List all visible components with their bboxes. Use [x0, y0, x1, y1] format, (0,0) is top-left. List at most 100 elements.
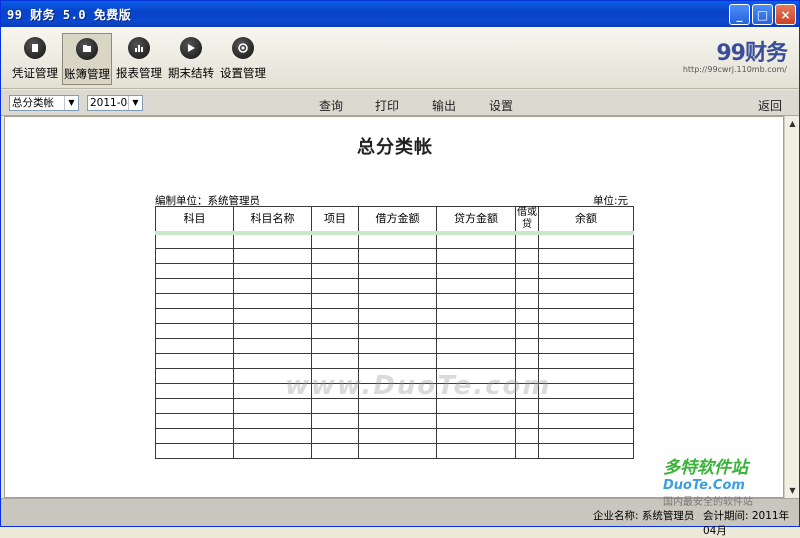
- table-cell[interactable]: [311, 262, 359, 279]
- table-cell[interactable]: [515, 352, 539, 369]
- table-cell[interactable]: [515, 292, 539, 309]
- table-cell[interactable]: [358, 232, 437, 249]
- table-cell[interactable]: [538, 397, 634, 414]
- table-cell[interactable]: [155, 382, 234, 399]
- table-cell[interactable]: [436, 277, 516, 294]
- table-cell[interactable]: [538, 292, 634, 309]
- table-cell[interactable]: [311, 292, 359, 309]
- table-cell[interactable]: [233, 322, 312, 339]
- table-cell[interactable]: [515, 262, 539, 279]
- table-cell[interactable]: [311, 352, 359, 369]
- maximize-button[interactable]: □: [752, 4, 773, 25]
- table-cell[interactable]: [233, 232, 312, 249]
- table-cell[interactable]: [515, 427, 539, 444]
- table-cell[interactable]: [538, 262, 634, 279]
- toolbar-report-button[interactable]: 报表管理: [114, 33, 164, 85]
- table-cell[interactable]: [436, 247, 516, 264]
- table-cell[interactable]: [358, 277, 437, 294]
- table-cell[interactable]: [155, 247, 234, 264]
- table-cell[interactable]: [436, 442, 516, 459]
- table-cell[interactable]: [155, 337, 234, 354]
- table-cell[interactable]: [155, 262, 234, 279]
- table-cell[interactable]: [515, 337, 539, 354]
- table-cell[interactable]: [233, 277, 312, 294]
- table-cell[interactable]: [155, 352, 234, 369]
- table-cell[interactable]: [311, 322, 359, 339]
- table-cell[interactable]: [358, 322, 437, 339]
- table-cell[interactable]: [233, 292, 312, 309]
- table-cell[interactable]: [436, 352, 516, 369]
- table-cell[interactable]: [311, 307, 359, 324]
- table-cell[interactable]: [515, 442, 539, 459]
- table-cell[interactable]: [538, 382, 634, 399]
- table-cell[interactable]: [311, 247, 359, 264]
- table-cell[interactable]: [311, 412, 359, 429]
- table-cell[interactable]: [358, 412, 437, 429]
- table-cell[interactable]: [538, 337, 634, 354]
- table-cell[interactable]: [233, 352, 312, 369]
- table-cell[interactable]: [311, 442, 359, 459]
- table-cell[interactable]: [436, 307, 516, 324]
- table-cell[interactable]: [358, 337, 437, 354]
- table-cell[interactable]: [538, 277, 634, 294]
- table-cell[interactable]: [538, 352, 634, 369]
- table-cell[interactable]: [358, 262, 437, 279]
- query-link[interactable]: 查询: [319, 97, 343, 114]
- table-cell[interactable]: [155, 277, 234, 294]
- table-cell[interactable]: [515, 307, 539, 324]
- toolbar-period-close-button[interactable]: 期末结转: [166, 33, 216, 85]
- toolbar-settings-button[interactable]: 设置管理: [218, 33, 268, 85]
- table-cell[interactable]: [233, 442, 312, 459]
- table-cell[interactable]: [233, 262, 312, 279]
- scroll-up-icon[interactable]: ▲: [785, 116, 800, 131]
- table-cell[interactable]: [155, 367, 234, 384]
- table-cell[interactable]: [233, 247, 312, 264]
- table-cell[interactable]: [436, 427, 516, 444]
- settings-link[interactable]: 设置: [489, 97, 513, 114]
- table-cell[interactable]: [538, 427, 634, 444]
- table-cell[interactable]: [436, 337, 516, 354]
- table-cell[interactable]: [358, 352, 437, 369]
- period-select[interactable]: 2011-04 ▼: [87, 95, 143, 111]
- table-cell[interactable]: [436, 292, 516, 309]
- toolbar-ledger-button[interactable]: 账簿管理: [62, 33, 112, 85]
- table-cell[interactable]: [436, 412, 516, 429]
- table-cell[interactable]: [515, 277, 539, 294]
- table-cell[interactable]: [538, 247, 634, 264]
- table-cell[interactable]: [233, 337, 312, 354]
- table-cell[interactable]: [515, 322, 539, 339]
- table-cell[interactable]: [538, 412, 634, 429]
- table-cell[interactable]: [311, 232, 359, 249]
- table-cell[interactable]: [155, 397, 234, 414]
- table-cell[interactable]: [515, 412, 539, 429]
- table-cell[interactable]: [358, 442, 437, 459]
- table-cell[interactable]: [436, 322, 516, 339]
- ledger-type-select[interactable]: 总分类帐 ▼: [9, 95, 79, 111]
- vertical-scrollbar[interactable]: ▲ ▼: [784, 116, 799, 498]
- table-cell[interactable]: [311, 277, 359, 294]
- table-cell[interactable]: [358, 427, 437, 444]
- table-cell[interactable]: [155, 307, 234, 324]
- table-cell[interactable]: [155, 427, 234, 444]
- minimize-button[interactable]: _: [729, 4, 750, 25]
- table-cell[interactable]: [155, 292, 234, 309]
- table-cell[interactable]: [358, 307, 437, 324]
- close-button[interactable]: ×: [775, 4, 796, 25]
- table-cell[interactable]: [311, 427, 359, 444]
- table-cell[interactable]: [233, 427, 312, 444]
- chevron-down-icon[interactable]: ▼: [128, 96, 142, 110]
- print-link[interactable]: 打印: [375, 97, 399, 114]
- table-cell[interactable]: [358, 292, 437, 309]
- table-cell[interactable]: [538, 232, 634, 249]
- table-cell[interactable]: [233, 307, 312, 324]
- table-cell[interactable]: [233, 412, 312, 429]
- table-cell[interactable]: [358, 247, 437, 264]
- table-cell[interactable]: [515, 247, 539, 264]
- table-cell[interactable]: [155, 442, 234, 459]
- table-cell[interactable]: [538, 442, 634, 459]
- table-cell[interactable]: [155, 322, 234, 339]
- export-link[interactable]: 输出: [432, 97, 456, 114]
- chevron-down-icon[interactable]: ▼: [64, 96, 78, 110]
- table-cell[interactable]: [538, 322, 634, 339]
- table-cell[interactable]: [436, 232, 516, 249]
